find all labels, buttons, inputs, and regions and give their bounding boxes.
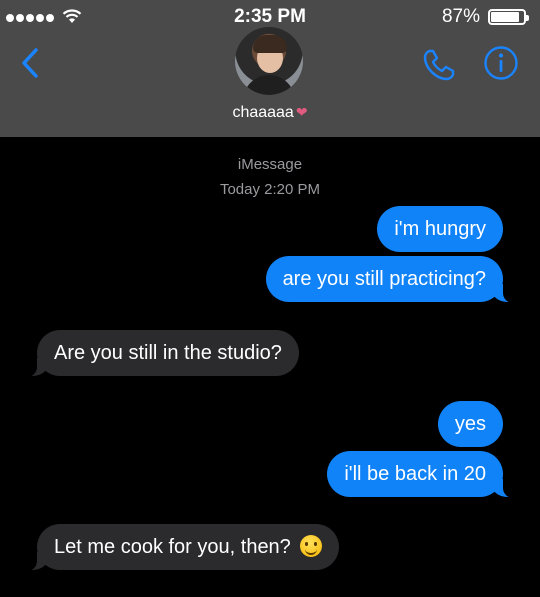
smiling-face-emoji-icon (300, 534, 323, 557)
message-text: i'm hungry (394, 218, 486, 240)
battery-icon (488, 9, 529, 25)
message-bubble-sent[interactable]: i'm hungry (377, 206, 503, 252)
message-bubble-sent[interactable]: i'll be back in 20 (327, 451, 519, 498)
service-label: iMessage (237, 156, 303, 173)
message-text: Let me cook for you, then? (54, 536, 291, 558)
battery-fill (491, 12, 519, 22)
info-icon[interactable] (483, 45, 519, 81)
message-bubble-sent[interactable]: yes (437, 401, 503, 447)
battery-cap (526, 15, 529, 21)
contact-avatar[interactable] (235, 27, 303, 95)
chevron-left-icon[interactable] (20, 48, 40, 78)
message-bubble-received[interactable]: Let me cook for you, then? (20, 524, 340, 571)
contact-name[interactable]: chaaaaa ❤ (0, 104, 540, 122)
message-text: Are you still in the studio? (54, 342, 282, 364)
message-text: i'll be back in 20 (344, 463, 486, 485)
message-bubble-sent[interactable]: are you still practicing? (265, 256, 520, 303)
thread-timestamp: Today 2:20 PM (219, 181, 321, 198)
phone-icon[interactable] (422, 48, 456, 82)
contact-name-text: chaaaaa (232, 104, 294, 121)
conversation-header: 2:35 PM 87% chaaaaa ❤ (0, 0, 540, 137)
anatomical-heart-emoji-icon: ❤ (295, 104, 308, 120)
battery-percentage: 87% (441, 6, 480, 27)
avatar-body (243, 75, 295, 95)
message-bubble-received[interactable]: Are you still in the studio? (21, 330, 299, 377)
avatar-hair (253, 35, 287, 53)
message-text: are you still practicing? (282, 268, 486, 290)
message-text: yes (454, 413, 486, 435)
